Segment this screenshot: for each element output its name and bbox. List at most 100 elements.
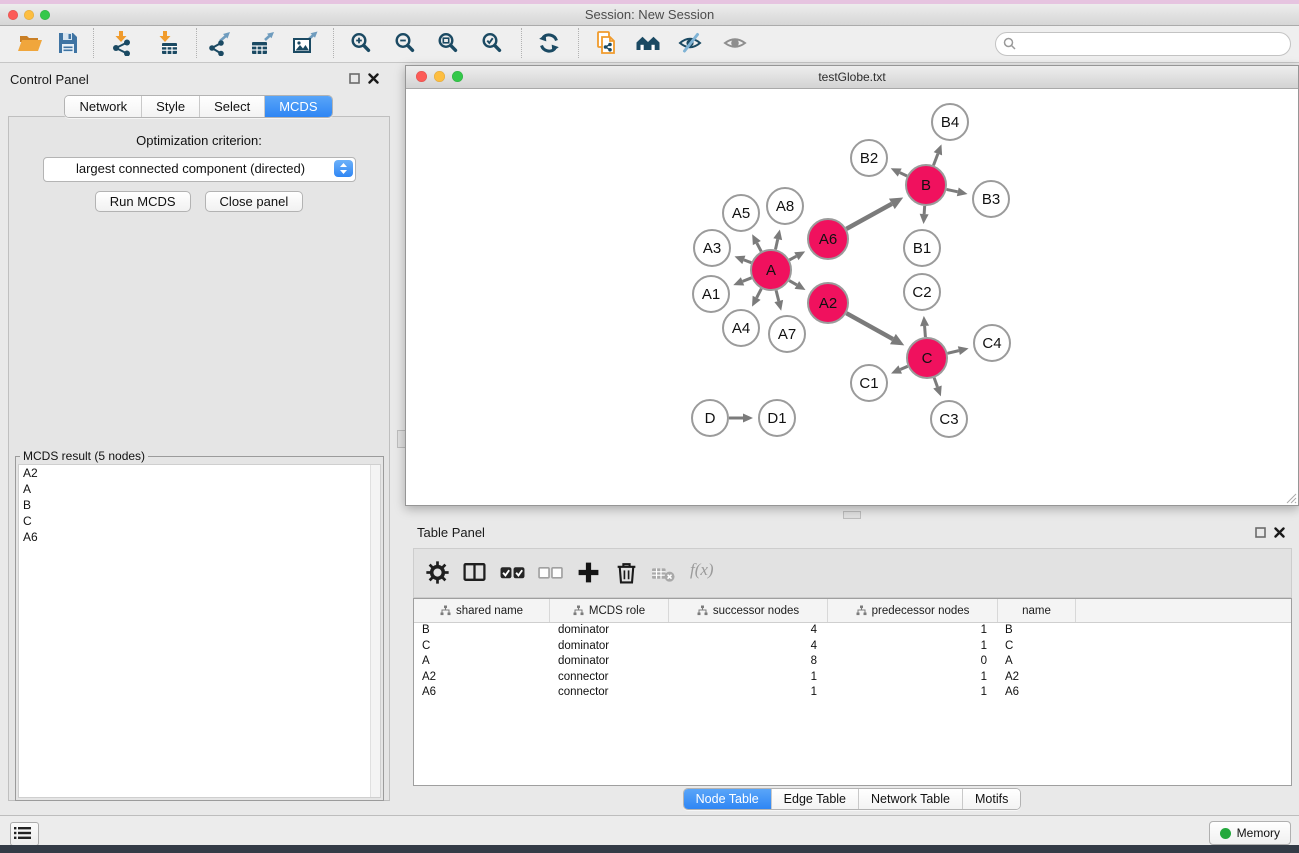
export-image-icon[interactable]	[292, 30, 318, 56]
open-session-icon[interactable]	[17, 30, 43, 56]
table-cell[interactable]: 0	[828, 654, 998, 670]
float-panel-icon[interactable]	[1255, 527, 1266, 538]
new-network-from-selection-icon[interactable]	[594, 30, 620, 56]
table-cell[interactable]: A	[414, 654, 550, 670]
zoom-selected-icon[interactable]	[479, 30, 505, 56]
table-cell[interactable]: 1	[669, 670, 828, 686]
table-row[interactable]: Cdominator41C	[414, 639, 1291, 655]
tab-motifs[interactable]: Motifs	[963, 789, 1020, 809]
close-panel-icon[interactable]	[1274, 527, 1285, 538]
graph-edge-A-A2[interactable]	[789, 281, 797, 285]
network-window-titlebar[interactable]: testGlobe.txt	[406, 66, 1298, 89]
column-header-shared-name[interactable]: shared name	[414, 599, 550, 622]
graph-edge-B-B1[interactable]	[924, 206, 925, 214]
tab-select[interactable]: Select	[200, 96, 265, 117]
apply-preferred-layout-icon[interactable]	[536, 30, 562, 56]
table-cell[interactable]: B	[414, 623, 550, 639]
table-cell[interactable]: A6	[998, 685, 1076, 701]
graph-edge-A-A7[interactable]	[776, 290, 779, 301]
column-visibility-icon[interactable]	[462, 560, 488, 586]
network-canvas[interactable]: B4B2BB3A8A5A6A3B1AC2A1A2A4A7C4CC1DD1C3	[406, 89, 1298, 505]
table-cell[interactable]: C	[414, 639, 550, 655]
table-row[interactable]: A2connector11A2	[414, 670, 1291, 686]
network-overview-icon[interactable]	[635, 30, 661, 56]
search-field[interactable]	[995, 32, 1291, 56]
graph-edge-B-B2[interactable]	[900, 173, 907, 176]
graph-edge-A-A1[interactable]	[743, 278, 752, 282]
tab-node-table[interactable]: Node Table	[684, 789, 772, 809]
mcds-result-item[interactable]: A2	[19, 465, 380, 481]
zoom-in-icon[interactable]	[348, 30, 374, 56]
add-column-icon[interactable]	[576, 560, 602, 586]
table-cell[interactable]: dominator	[550, 639, 669, 655]
tab-mcds[interactable]: MCDS	[265, 96, 331, 117]
mcds-result-list[interactable]: A2ABCA6	[18, 464, 381, 798]
table-cell[interactable]: dominator	[550, 654, 669, 670]
run-mcds-button[interactable]: Run MCDS	[95, 191, 191, 212]
import-table-icon[interactable]	[154, 30, 180, 56]
table-cell[interactable]: connector	[550, 685, 669, 701]
memory-button[interactable]: Memory	[1209, 821, 1291, 845]
show-log-button[interactable]	[10, 822, 39, 846]
graph-edge-A6-B[interactable]	[846, 204, 891, 229]
horizontal-split-grip[interactable]	[843, 511, 861, 519]
tab-network[interactable]: Network	[65, 96, 142, 117]
hide-graphics-details-icon[interactable]	[723, 30, 749, 56]
graph-edge-C-C4[interactable]	[947, 351, 958, 354]
resize-grip-icon[interactable]	[1285, 492, 1297, 504]
scrollbar-track[interactable]	[370, 465, 380, 797]
mcds-result-item[interactable]: A	[19, 481, 380, 497]
table-cell[interactable]: connector	[550, 670, 669, 686]
graph-edge-A-A6[interactable]	[789, 256, 796, 260]
table-cell[interactable]: 4	[669, 639, 828, 655]
zoom-fit-icon[interactable]	[435, 30, 461, 56]
tab-edge-table[interactable]: Edge Table	[772, 789, 859, 809]
mcds-result-item[interactable]: A6	[19, 529, 380, 545]
column-header-predecessor-nodes[interactable]: predecessor nodes	[828, 599, 998, 622]
table-cell[interactable]: A2	[998, 670, 1076, 686]
graph-edge-C-C2[interactable]	[925, 326, 926, 337]
table-cell[interactable]: A	[998, 654, 1076, 670]
close-panel-icon[interactable]	[368, 73, 379, 84]
float-panel-icon[interactable]	[349, 73, 360, 84]
table-row[interactable]: Adominator80A	[414, 654, 1291, 670]
table-options-icon[interactable]	[425, 560, 451, 586]
column-header-name[interactable]: name	[998, 599, 1076, 622]
select-all-rows-icon[interactable]	[500, 560, 526, 586]
table-cell[interactable]: C	[998, 639, 1076, 655]
table-cell[interactable]: 4	[669, 623, 828, 639]
graph-edge-B-B3[interactable]	[947, 189, 958, 191]
mcds-result-item[interactable]: C	[19, 513, 380, 529]
table-cell[interactable]: dominator	[550, 623, 669, 639]
graph-edge-C-C1[interactable]	[900, 366, 907, 369]
graph-edge-C-C3[interactable]	[934, 378, 937, 387]
graph-edge-A-A5[interactable]	[757, 243, 761, 251]
export-network-icon[interactable]	[206, 30, 232, 56]
delete-columns-icon[interactable]	[614, 560, 640, 586]
import-network-icon[interactable]	[109, 30, 135, 56]
table-cell[interactable]: 1	[669, 685, 828, 701]
column-header-successor-nodes[interactable]: successor nodes	[669, 599, 828, 622]
table-cell[interactable]: 1	[828, 639, 998, 655]
table-cell[interactable]: A6	[414, 685, 550, 701]
tab-network-table[interactable]: Network Table	[859, 789, 963, 809]
table-row[interactable]: Bdominator41B	[414, 623, 1291, 639]
save-session-icon[interactable]	[55, 30, 81, 56]
graph-edge-A2-C[interactable]	[846, 313, 893, 339]
criterion-dropdown[interactable]: largest connected component (directed)	[43, 157, 356, 182]
mcds-result-item[interactable]: B	[19, 497, 380, 513]
table-cell[interactable]: A2	[414, 670, 550, 686]
table-cell[interactable]: 1	[828, 623, 998, 639]
close-panel-button[interactable]: Close panel	[205, 191, 304, 212]
table-cell[interactable]: 1	[828, 685, 998, 701]
column-header-mcds-role[interactable]: MCDS role	[550, 599, 669, 622]
show-graphics-details-icon[interactable]	[678, 30, 704, 56]
deselect-all-rows-icon[interactable]	[538, 560, 564, 586]
graph-edge-B-B4[interactable]	[933, 154, 937, 166]
delete-table-icon[interactable]	[651, 560, 677, 586]
table-row[interactable]: A6connector11A6	[414, 685, 1291, 701]
tab-style[interactable]: Style	[142, 96, 200, 117]
table-cell[interactable]: 1	[828, 670, 998, 686]
graph-edge-A-A3[interactable]	[744, 260, 751, 263]
graph-edge-A-A8[interactable]	[775, 239, 777, 249]
